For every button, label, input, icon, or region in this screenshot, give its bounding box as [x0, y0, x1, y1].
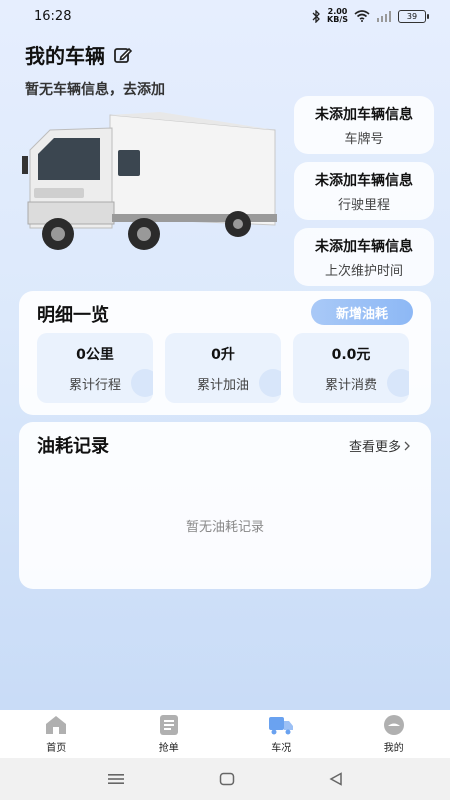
- stats-row: 0公里 累计行程 0升 累计加油 0.0元 累计消费: [37, 333, 409, 403]
- edit-icon[interactable]: [113, 45, 133, 65]
- fuel-pump-icon: [259, 369, 281, 397]
- detail-title: 明细一览: [37, 305, 109, 326]
- menu-icon[interactable]: [107, 772, 125, 786]
- record-title: 油耗记录: [37, 436, 109, 457]
- profile-icon: [383, 715, 404, 735]
- truck-image: [22, 112, 277, 250]
- network-speed: 2.00 KB/S: [327, 7, 348, 24]
- tab-profile[interactable]: 我的: [359, 714, 429, 754]
- add-fuel-button[interactable]: 新增油耗: [311, 299, 413, 325]
- wifi-icon: [354, 10, 370, 22]
- tab-grab-order[interactable]: 抢单: [134, 714, 204, 754]
- vehicle-header: 我的车辆 暂无车辆信息，去添加: [25, 40, 165, 99]
- tab-vehicle-status[interactable]: 车况: [246, 714, 316, 754]
- fuel-record-panel: 油耗记录 查看更多 暂无油耗记录: [19, 422, 431, 589]
- bluetooth-icon: [312, 9, 320, 23]
- signal-icon: [377, 11, 391, 22]
- page-title: 我的车辆: [25, 44, 105, 68]
- back-icon[interactable]: [329, 772, 343, 786]
- stat-cost: 0.0元 累计消费: [293, 333, 409, 403]
- system-nav-bar: [0, 758, 450, 800]
- stat-fuel: 0升 累计加油: [165, 333, 281, 403]
- vehicle-info-list: 未添加车辆信息 车牌号 未添加车辆信息 行驶里程 未添加车辆信息 上次维护时间: [294, 96, 434, 294]
- status-bar: 16:28 2.00 KB/S 39: [0, 0, 450, 32]
- truck-icon: [269, 717, 294, 735]
- detail-overview-panel: 明细一览 新增油耗 0公里 累计行程 0升 累计加油 0.0元 累计消费: [19, 291, 431, 415]
- add-vehicle-link[interactable]: 暂无车辆信息，去添加: [25, 79, 165, 99]
- status-icons: 2.00 KB/S 39: [311, 7, 429, 24]
- list-icon: [159, 715, 178, 735]
- battery-icon: 39: [398, 9, 429, 23]
- view-more-link[interactable]: 查看更多: [349, 436, 411, 455]
- steering-wheel-icon: [131, 369, 153, 397]
- money-bag-icon: [387, 369, 409, 397]
- stat-mileage: 0公里 累计行程: [37, 333, 153, 403]
- status-time: 16:28: [34, 8, 72, 24]
- mileage-card[interactable]: 未添加车辆信息 行驶里程: [294, 162, 434, 220]
- bottom-tab-bar: 首页 抢单 车况 我的: [0, 710, 450, 758]
- home-button-icon[interactable]: [219, 772, 235, 786]
- empty-records-text: 暂无油耗记录: [185, 520, 264, 535]
- tab-home[interactable]: 首页: [21, 714, 91, 754]
- maintenance-card[interactable]: 未添加车辆信息 上次维护时间: [294, 228, 434, 286]
- plate-number-card[interactable]: 未添加车辆信息 车牌号: [294, 96, 434, 154]
- home-icon: [46, 716, 67, 734]
- chevron-right-icon: [404, 441, 410, 450]
